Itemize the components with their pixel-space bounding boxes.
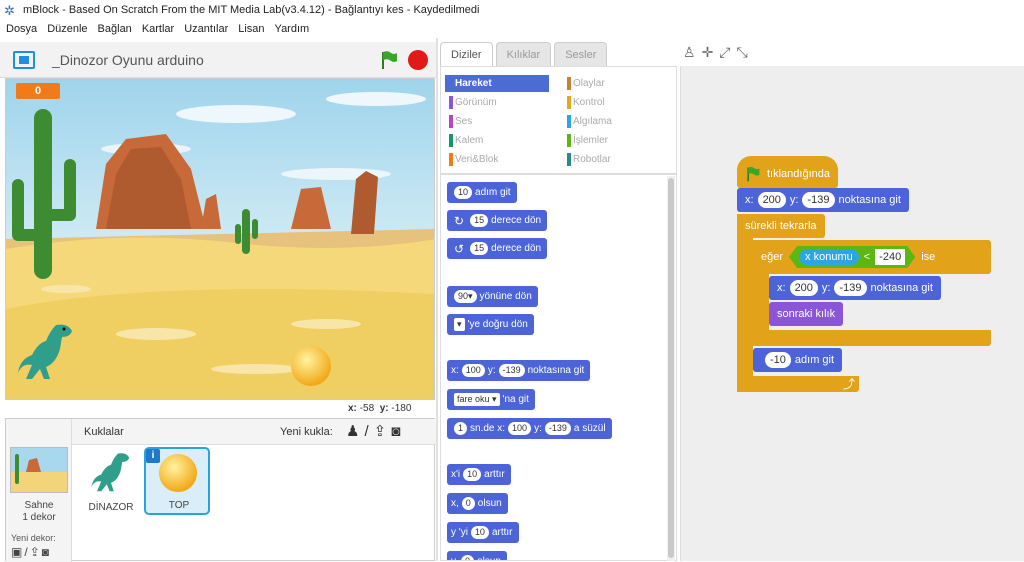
paint-sprite-icon[interactable]: / [364,423,373,440]
block-goto-xy[interactable]: x: 100 y: -139 noktasına git [447,360,591,381]
menu-lisan[interactable]: Lisan [238,23,264,35]
menu-kartlar[interactable]: Kartlar [142,23,174,35]
menu-bar: Dosya Düzenle Bağlan Kartlar Uzantılar L… [0,20,1024,38]
mblock-app-icon: ✲ [4,2,15,18]
script-area[interactable]: tıklandığında x: 200 y: -139 noktasına git s… [680,66,1024,561]
camera-backdrop-icon[interactable]: ◙ [42,545,51,559]
next-costume-block[interactable]: sonraki kılık [769,302,844,326]
if-block-bottom [753,330,991,346]
block-palette: 10 adım git ↻ 15 derece dön ↺ 15 derece dön 9… [440,174,677,561]
block-set-y[interactable]: y,0olsun [447,551,507,560]
camera-sprite-icon[interactable]: ◙ [391,423,405,440]
window-title: mBlock - Based On Scratch From the MIT M… [23,4,480,16]
stage-label: Sahne 1 dekor [22,500,56,523]
stop-icon[interactable] [408,50,428,70]
shrink-icon[interactable]: ⤡ [737,44,754,60]
category-olaylar[interactable]: Olaylar [563,75,667,92]
category-algilama[interactable]: Algılama [563,113,667,130]
sprites-title: Kuklalar [84,426,124,438]
stage-thumbnail[interactable] [10,447,68,493]
forever-loop-icon: ⤴ [737,376,859,392]
paint-backdrop-icon[interactable]: ▣ [11,545,24,559]
new-backdrop-label: Yeni dekor: [11,533,56,543]
green-flag-icon [747,166,760,182]
block-goto[interactable]: fare oku ▾'na git [447,389,535,410]
library-sprite-icon[interactable]: ♟ [346,423,364,440]
menu-yardim[interactable]: Yardım [275,23,310,35]
upload-sprite-icon[interactable]: ⇪ [374,423,392,440]
move-steps-block[interactable]: -10 adım git [753,348,843,372]
new-sprite-label: Yeni kukla: [280,426,333,438]
sprite-name: DİNAZOR [88,502,134,513]
stage-canvas[interactable]: 0 [5,78,435,400]
project-title[interactable]: _Dinozor Oyunu arduino [52,52,204,68]
turn-left-icon: ↺ [454,241,465,256]
category-robotlar[interactable]: Robotlar [563,151,667,168]
block-point-direction[interactable]: 90▾ yönüne dön [447,286,538,307]
block-categories: Hareket Görünüm Ses Kalem Veri&Blok Olay… [440,66,677,174]
category-ses[interactable]: Ses [445,113,549,130]
top-thumb-icon [158,453,198,493]
score-display: 0 [16,83,60,99]
new-sprite-icons: ♟/⇪◙ [346,422,405,440]
sprites-panel: Sahne 1 dekor Yeni dekor: ▣/⇪◙ Kuklalar … [5,418,436,562]
top-ball-sprite[interactable] [290,345,332,387]
if-block[interactable]: eğer x konumu < -240 ise [753,240,991,274]
sprites-header: Kuklalar Yeni kukla: ♟/⇪◙ [72,419,436,445]
block-glide[interactable]: 1 sn.de x: 100 y: -139 a süzül [447,418,612,439]
category-hareket[interactable]: Hareket [445,75,549,92]
category-islemler[interactable]: İşlemler [563,132,667,149]
editor-tabs: Diziler Kılıklar Sesler [440,42,610,66]
block-point-towards[interactable]: ▾'ye doğru dön [447,314,534,335]
dinozor-sprite[interactable] [16,319,76,381]
menu-baglan[interactable]: Bağlan [98,23,132,35]
dinazor-thumb-icon [91,453,130,492]
sprite-card-dinazor[interactable]: DİNAZOR [78,447,144,515]
sprite-name: TOP [168,500,190,511]
turn-right-icon: ↻ [454,213,465,228]
block-change-x[interactable]: x'i 10 arttır [447,464,511,485]
upload-backdrop-icon[interactable]: ⇪ [30,545,42,559]
category-kalem[interactable]: Kalem [445,132,549,149]
title-bar: ✲ mBlock - Based On Scratch From the MIT… [0,0,1024,20]
duplicate-icon[interactable]: ♙ [683,44,702,60]
block-turn-right[interactable]: ↻ 15 derece dön [447,210,548,231]
tab-kiliklar[interactable]: Kılıklar [495,42,552,66]
category-kontrol[interactable]: Kontrol [563,94,667,111]
green-flag-icon[interactable] [380,50,398,70]
block-set-x[interactable]: x, 0 olsun [447,493,508,514]
tab-sesler[interactable]: Sesler [554,42,608,66]
forever-block-arm [737,214,753,392]
palette-scrollbar[interactable] [667,176,675,561]
menu-uzantilar[interactable]: Uzantılar [184,23,228,35]
stage-header: _Dinozor Oyunu arduino [0,42,436,78]
tab-diziler[interactable]: Diziler [440,42,493,66]
block-turn-left[interactable]: ↺ 15 derece dön [447,238,548,259]
grow-icon[interactable]: ⤢ [719,44,736,60]
block-move-steps[interactable]: 10 adım git [447,182,517,203]
menu-dosya[interactable]: Dosya [6,23,37,35]
when-flag-clicked-block[interactable]: tıklandığında [737,156,838,188]
category-gorunum[interactable]: Görünüm [445,94,549,111]
goto-xy-block[interactable]: x: 200 y: -139 noktasına git [737,188,909,212]
less-than-operator[interactable]: x konumu < -240 [789,246,915,268]
menu-duzenle[interactable]: Düzenle [47,23,87,35]
forever-block[interactable]: sürekli tekrarla [737,214,825,238]
x-position-reporter[interactable]: x konumu [799,249,859,265]
stage-backdrop-column[interactable]: Sahne 1 dekor Yeni dekor: ▣/⇪◙ [6,419,72,562]
sprite-card-top[interactable]: i TOP [144,447,210,515]
new-backdrop-icons: ▣/⇪◙ [11,545,51,559]
category-veri-blok[interactable]: Veri&Blok [445,151,549,168]
mouse-coordinates: x: -58 y: -180 [348,403,412,414]
goto-xy-block-inner[interactable]: x: 200 y: -139 noktasına git [769,276,941,300]
delete-icon[interactable]: ✛ [702,44,720,60]
script-tools: ♙✛⤢⤡ [683,44,754,61]
block-change-y[interactable]: y 'yi 10 arttır [447,522,519,543]
fullscreen-icon[interactable] [13,51,35,69]
panel-divider[interactable] [436,38,438,561]
